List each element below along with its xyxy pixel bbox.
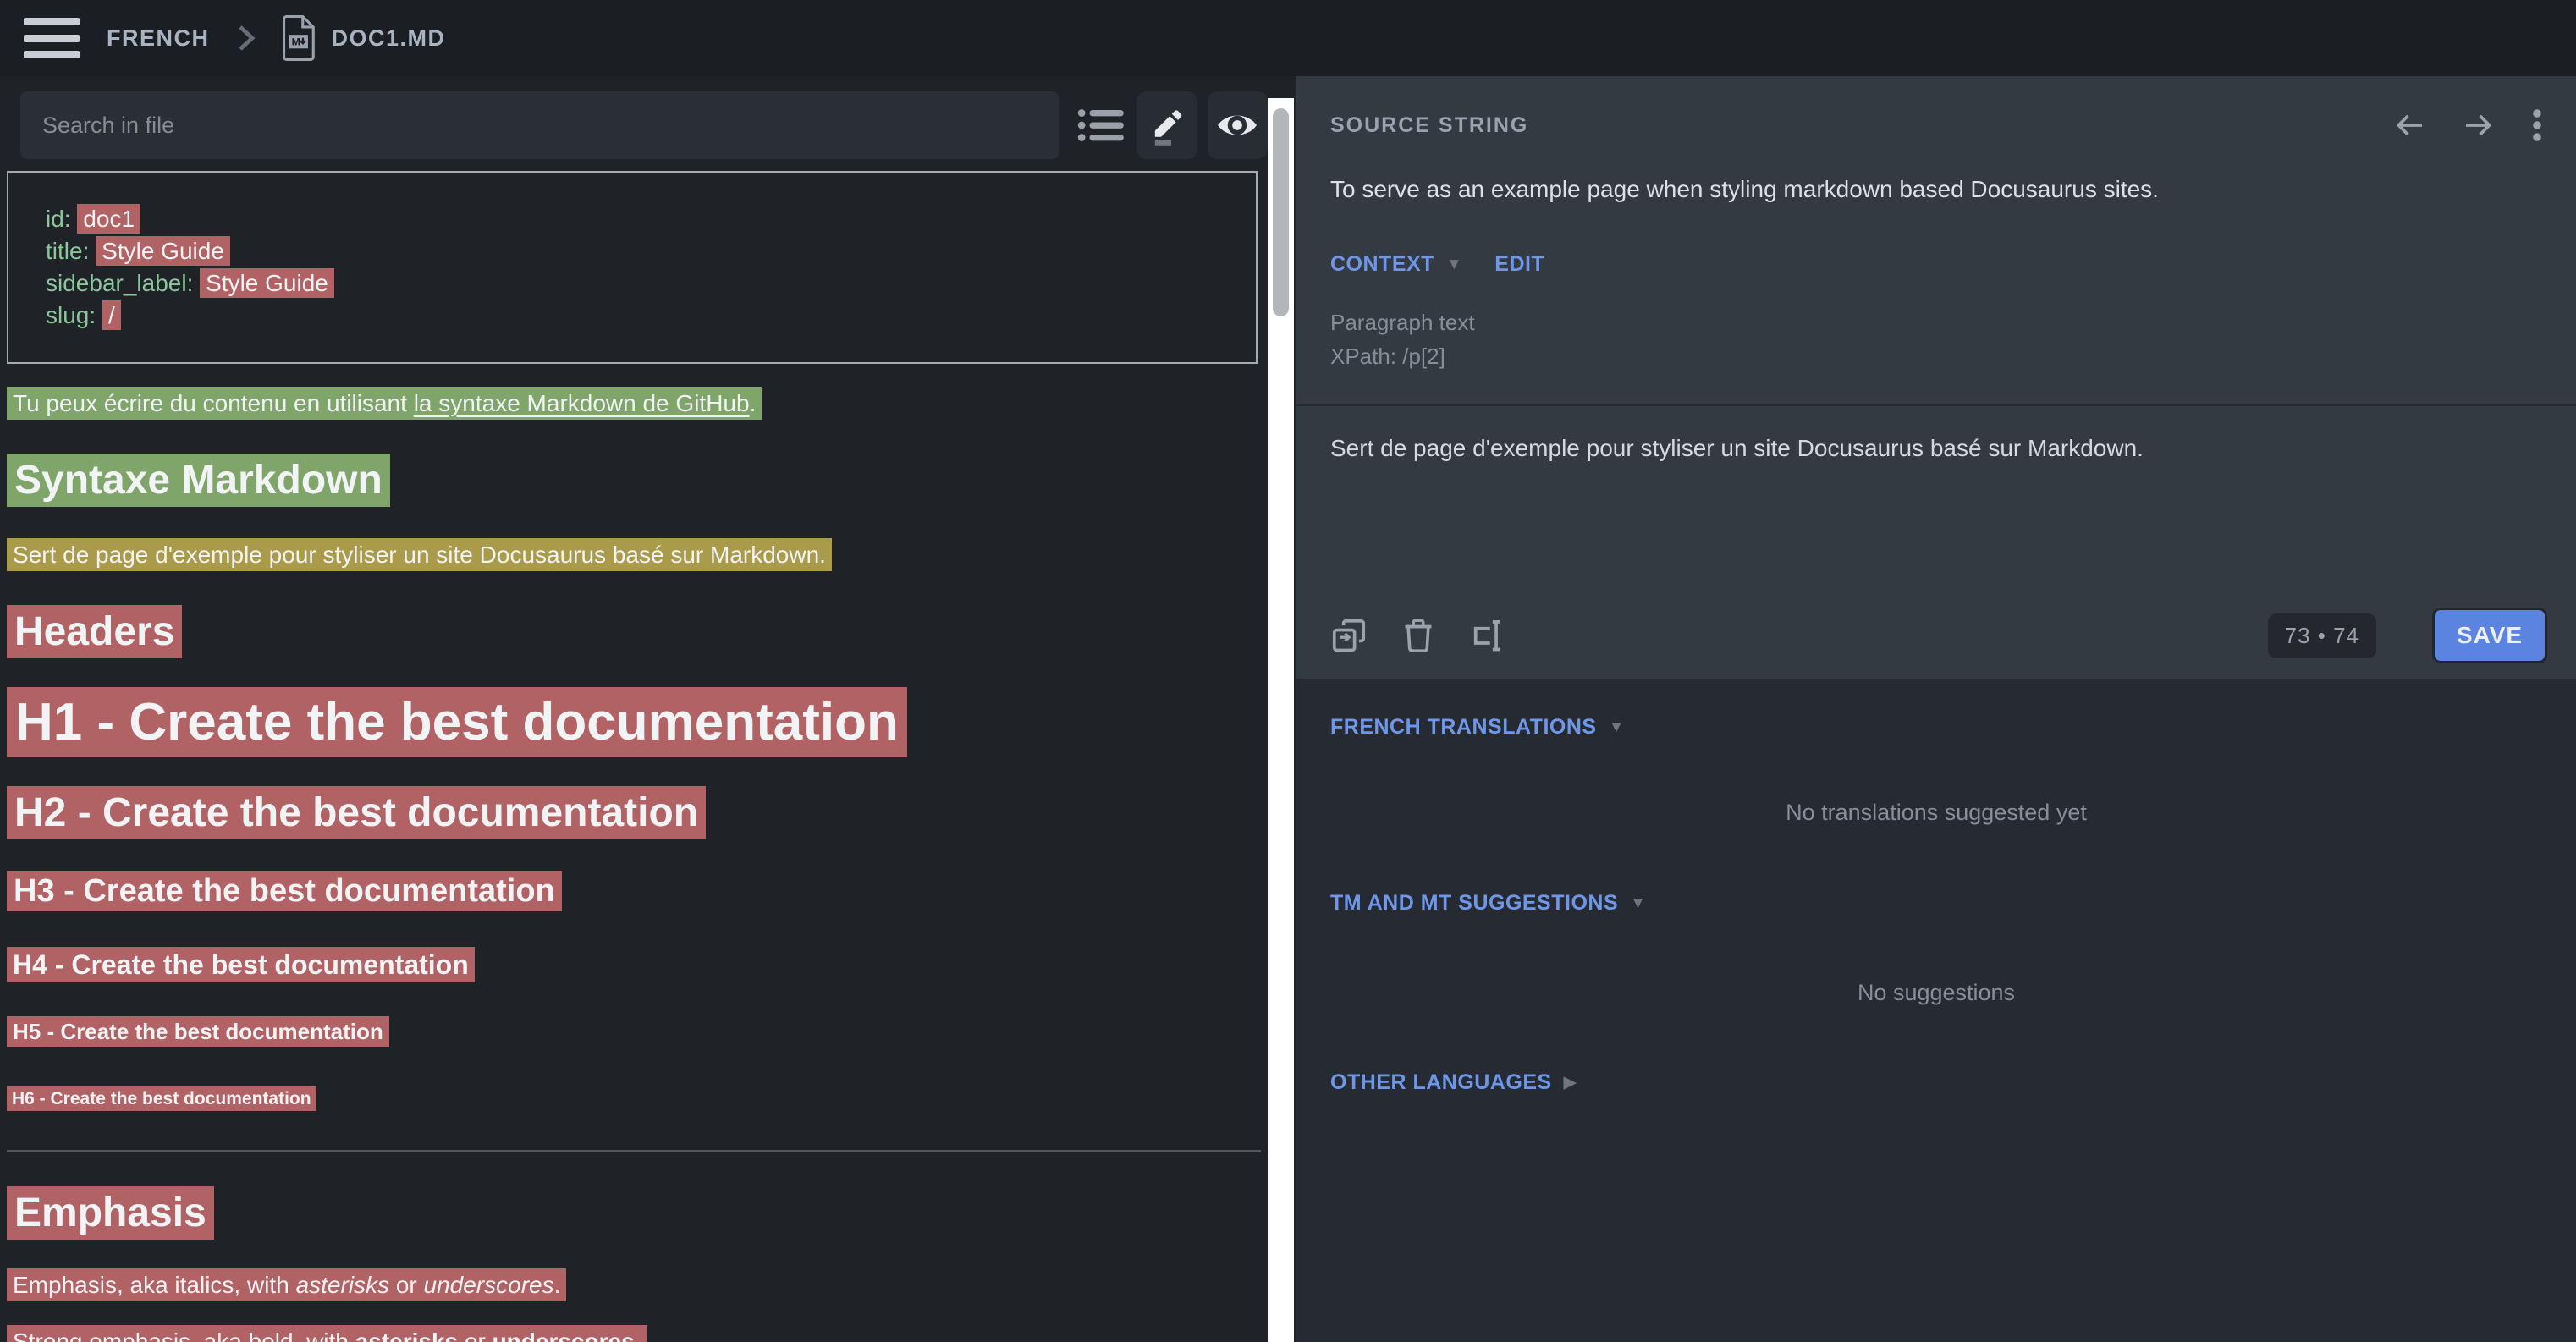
translation-input[interactable]: Sert de page d'exemple pour styliser un … [1330, 435, 2542, 604]
card-divider [1296, 404, 2576, 406]
translations-empty-text: No translations suggested yet [1296, 800, 2576, 826]
string-navigation [2393, 108, 2542, 142]
character-count: 73 • 74 [2268, 613, 2376, 658]
panel-title: SOURCE STRING [1330, 113, 1528, 138]
markdown-file-icon: M [279, 14, 318, 62]
card-header: SOURCE STRING [1330, 108, 2542, 142]
string-paragraph-italics[interactable]: Emphasis, aka italics, with asterisks or… [7, 1271, 1268, 1300]
horizontal-rule [7, 1150, 1261, 1152]
string-paragraph-intro[interactable]: Tu peux écrire du contenu en utilisant l… [7, 389, 1268, 418]
frontmatter-line: sidebar_label: Style Guide [46, 267, 1256, 300]
string-heading-h3[interactable]: H3 - Create the best documentation [7, 873, 1268, 910]
edit-mode-button[interactable] [1137, 91, 1197, 159]
string-heading-headers[interactable]: Headers [7, 608, 1268, 655]
breadcrumb-project[interactable]: FRENCH [107, 25, 210, 52]
caret-down-icon: ▼ [1609, 718, 1625, 737]
string-heading-h2[interactable]: H2 - Create the best documentation [7, 789, 1268, 836]
chevron-right-icon [234, 24, 259, 52]
search-input[interactable] [20, 91, 1059, 159]
source-string-card: SOURCE STRING To serve as an example pag… [1296, 76, 2576, 679]
section-french-translations[interactable]: FRENCH TRANSLATIONS ▼ [1330, 715, 1625, 740]
search-row [0, 76, 1268, 171]
string-heading-h5[interactable]: H5 - Create the best documentation [7, 1019, 1268, 1045]
frontmatter-line: slug: / [46, 300, 1256, 332]
frontmatter-line: id: doc1 [46, 203, 1256, 235]
caret-right-icon: ▶ [1564, 1073, 1577, 1092]
section-tm-mt-suggestions[interactable]: TM AND MT SUGGESTIONS ▼ [1330, 891, 1646, 916]
string-heading-h1[interactable]: H1 - Create the best documentation [7, 692, 1268, 752]
breadcrumb-file[interactable]: DOC1.MD [332, 25, 446, 52]
caret-down-icon: ▼ [1630, 894, 1646, 913]
string-frontmatter-sidebar-label[interactable]: Style Guide [200, 268, 334, 298]
context-toggle[interactable]: CONTEXT [1330, 252, 1434, 277]
pencil-icon [1148, 104, 1186, 146]
scrollbar-thumb[interactable] [1273, 108, 1289, 316]
context-row: CONTEXT ▼ EDIT [1330, 252, 1544, 277]
tm-empty-text: No suggestions [1296, 980, 2576, 1006]
select-text-icon[interactable] [1469, 617, 1506, 654]
translation-editor: FRENCH M DOC1.MD [0, 0, 2576, 1342]
svg-text:M: M [291, 36, 300, 48]
eye-icon [1216, 110, 1258, 140]
context-xpath: XPath: /p[2] [1330, 344, 1445, 370]
document-preview-pane: id: doc1 title: Style Guide sidebar_labe… [0, 76, 1268, 1342]
frontmatter-line: title: Style Guide [46, 235, 1256, 267]
caret-down-icon: ▼ [1446, 256, 1462, 274]
source-string-text: To serve as an example page when styling… [1330, 176, 2542, 203]
translation-actions: 73 • 74 SAVE [1330, 608, 2547, 663]
section-other-languages[interactable]: OTHER LANGUAGES ▶ [1330, 1070, 1577, 1095]
copy-source-icon[interactable] [1330, 617, 1368, 654]
scrollbar-track[interactable] [1268, 98, 1294, 1342]
string-frontmatter-slug[interactable]: / [102, 300, 121, 330]
clear-translation-icon[interactable] [1403, 617, 1434, 654]
string-heading-syntaxe[interactable]: Syntaxe Markdown [7, 457, 1268, 503]
preview-mode-button[interactable] [1208, 91, 1268, 159]
next-string-icon[interactable] [2463, 109, 2495, 141]
menu-icon[interactable] [24, 18, 80, 58]
frontmatter-block: id: doc1 title: Style Guide sidebar_labe… [7, 171, 1258, 364]
document-content: id: doc1 title: Style Guide sidebar_labe… [0, 171, 1268, 1342]
string-heading-emphasis[interactable]: Emphasis [7, 1190, 1268, 1236]
string-paragraph-active[interactable]: Sert de page d'exemple pour styliser un … [7, 541, 1268, 569]
previous-string-icon[interactable] [2393, 109, 2425, 141]
top-bar: FRENCH M DOC1.MD [0, 0, 2576, 76]
source-string-panel: SOURCE STRING To serve as an example pag… [1296, 76, 2576, 1342]
context-type: Paragraph text [1330, 310, 1475, 336]
markdown-syntax-link[interactable]: la syntaxe Markdown de GitHub [414, 390, 750, 416]
string-heading-h4[interactable]: H4 - Create the best documentation [7, 949, 1268, 981]
save-button[interactable]: SAVE [2432, 608, 2547, 663]
more-options-icon[interactable] [2532, 108, 2542, 142]
string-frontmatter-title[interactable]: Style Guide [96, 236, 230, 266]
string-paragraph-bold[interactable]: Strong emphasis, aka bold, with asterisk… [7, 1328, 1268, 1342]
string-frontmatter-id[interactable]: doc1 [77, 204, 140, 234]
edit-context-link[interactable]: EDIT [1494, 252, 1544, 277]
string-list-icon[interactable] [1077, 106, 1126, 145]
string-heading-h6[interactable]: H6 - Create the best documentation [7, 1089, 1268, 1109]
